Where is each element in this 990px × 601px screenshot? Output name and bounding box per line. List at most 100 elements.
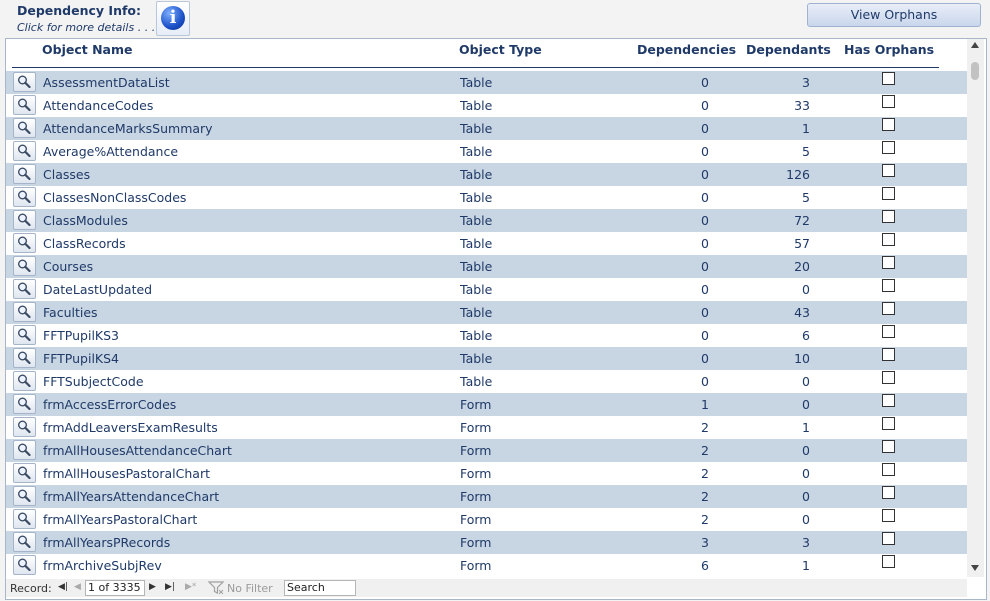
has-orphans-checkbox[interactable] [882,233,895,246]
vertical-scrollbar[interactable] [967,39,984,577]
has-orphans-checkbox[interactable] [882,371,895,384]
details-button[interactable] [13,233,36,253]
object-name-cell[interactable]: AttendanceMarksSummary [43,121,213,136]
has-orphans-checkbox[interactable] [882,394,895,407]
details-button[interactable] [13,118,36,138]
details-button[interactable] [13,279,36,299]
has-orphans-checkbox[interactable] [882,256,895,269]
table-row[interactable]: ClassRecords Table 0 57 [6,232,967,255]
table-row[interactable]: AttendanceCodes Table 0 33 [6,94,967,117]
table-row[interactable]: FFTPupilKS4 Table 0 10 [6,347,967,370]
scroll-thumb[interactable] [971,62,979,80]
table-row[interactable]: frmAllHousesAttendanceChart Form 2 0 [6,439,967,462]
table-row[interactable]: DateLastUpdated Table 0 0 [6,278,967,301]
table-row[interactable]: FFTSubjectCode Table 0 0 [6,370,967,393]
record-position-field[interactable]: 1 of 3335 [85,580,145,596]
has-orphans-checkbox[interactable] [882,72,895,85]
details-button[interactable] [13,417,36,437]
details-button[interactable] [13,532,36,552]
has-orphans-checkbox[interactable] [882,95,895,108]
details-button[interactable] [13,486,36,506]
object-name-cell[interactable]: frmAllHousesPastoralChart [43,466,210,481]
details-button[interactable] [13,325,36,345]
table-row[interactable]: frmAllYearsPRecords Form 3 3 [6,531,967,554]
object-name-cell[interactable]: frmArchiveSubjRev [43,558,162,573]
object-name-cell[interactable]: AssessmentDataList [43,75,170,90]
scroll-up-arrow-icon[interactable] [971,42,979,48]
object-name-cell[interactable]: ClassRecords [43,236,126,251]
details-button[interactable] [13,95,36,115]
table-row[interactable]: frmAccessErrorCodes Form 1 0 [6,393,967,416]
table-row[interactable]: AssessmentDataList Table 0 3 [6,71,967,94]
object-name-cell[interactable]: Classes [43,167,90,182]
has-orphans-checkbox[interactable] [882,141,895,154]
details-button[interactable] [13,348,36,368]
table-row[interactable]: ClassModules Table 0 72 [6,209,967,232]
object-name-cell[interactable]: frmAddLeaversExamResults [43,420,218,435]
object-name-cell[interactable]: Courses [43,259,93,274]
has-orphans-checkbox[interactable] [882,187,895,200]
table-row[interactable]: Courses Table 0 20 [6,255,967,278]
object-name-cell[interactable]: frmAllHousesAttendanceChart [43,443,232,458]
has-orphans-checkbox[interactable] [882,509,895,522]
has-orphans-checkbox[interactable] [882,486,895,499]
object-name-cell[interactable]: Faculties [43,305,98,320]
first-record-icon[interactable]: ◀| [58,582,68,592]
details-button[interactable] [13,141,36,161]
previous-record-icon[interactable]: ◀ [74,582,81,592]
details-button[interactable] [13,164,36,184]
info-button[interactable]: i [156,1,190,36]
new-record-icon[interactable]: ▶* [185,582,196,592]
has-orphans-checkbox[interactable] [882,210,895,223]
table-row[interactable]: frmAllHousesPastoralChart Form 2 0 [6,462,967,485]
view-orphans-button[interactable]: View Orphans [807,3,981,27]
object-name-cell[interactable]: ClassModules [43,213,128,228]
last-record-icon[interactable]: ▶| [165,582,175,592]
details-button[interactable] [13,302,36,322]
object-name-cell[interactable]: Average%Attendance [43,144,178,159]
details-button[interactable] [13,210,36,230]
has-orphans-checkbox[interactable] [882,164,895,177]
has-orphans-checkbox[interactable] [882,302,895,315]
table-row[interactable]: frmAllYearsAttendanceChart Form 2 0 [6,485,967,508]
table-row[interactable]: FFTPupilKS3 Table 0 6 [6,324,967,347]
has-orphans-checkbox[interactable] [882,118,895,131]
details-button[interactable] [13,371,36,391]
details-button[interactable] [13,555,36,575]
object-name-cell[interactable]: AttendanceCodes [43,98,153,113]
details-button[interactable] [13,440,36,460]
has-orphans-checkbox[interactable] [882,440,895,453]
table-row[interactable]: frmAllYearsPastoralChart Form 2 0 [6,508,967,531]
has-orphans-checkbox[interactable] [882,325,895,338]
object-name-cell[interactable]: FFTPupilKS4 [43,351,119,366]
has-orphans-checkbox[interactable] [882,417,895,430]
table-row[interactable]: frmArchiveSubjRev Form 6 1 [6,554,967,577]
object-name-cell[interactable]: ClassesNonClassCodes [43,190,186,205]
object-name-cell[interactable]: frmAllYearsPRecords [43,535,170,550]
details-button[interactable] [13,394,36,414]
table-row[interactable]: AttendanceMarksSummary Table 0 1 [6,117,967,140]
has-orphans-checkbox[interactable] [882,532,895,545]
details-button[interactable] [13,187,36,207]
table-row[interactable]: Classes Table 0 126 [6,163,967,186]
has-orphans-checkbox[interactable] [882,348,895,361]
details-button[interactable] [13,72,36,92]
object-name-cell[interactable]: FFTSubjectCode [43,374,144,389]
object-name-cell[interactable]: FFTPupilKS3 [43,328,119,343]
no-filter-toggle[interactable]: No Filter [206,580,278,595]
object-name-cell[interactable]: DateLastUpdated [43,282,152,297]
next-record-icon[interactable]: ▶ [149,582,156,592]
table-row[interactable]: Faculties Table 0 43 [6,301,967,324]
scroll-down-arrow-icon[interactable] [971,565,979,571]
table-row[interactable]: frmAddLeaversExamResults Form 2 1 [6,416,967,439]
has-orphans-checkbox[interactable] [882,463,895,476]
has-orphans-checkbox[interactable] [882,279,895,292]
has-orphans-checkbox[interactable] [882,555,895,568]
table-row[interactable]: ClassesNonClassCodes Table 0 5 [6,186,967,209]
object-name-cell[interactable]: frmAccessErrorCodes [43,397,176,412]
table-row[interactable]: Average%Attendance Table 0 5 [6,140,967,163]
details-button[interactable] [13,256,36,276]
object-name-cell[interactable]: frmAllYearsPastoralChart [43,512,197,527]
details-button[interactable] [13,463,36,483]
object-name-cell[interactable]: frmAllYearsAttendanceChart [43,489,219,504]
